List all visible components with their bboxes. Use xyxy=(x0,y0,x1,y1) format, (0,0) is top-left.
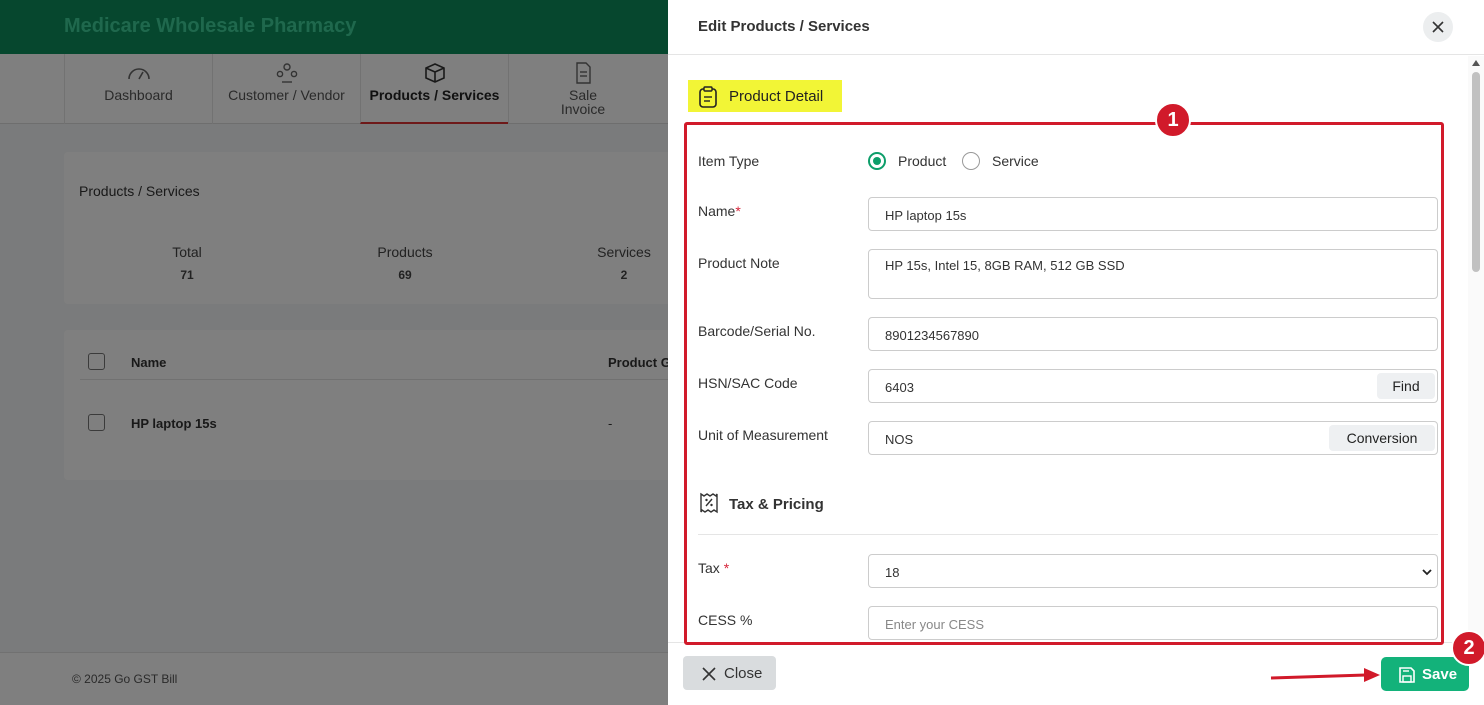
barcode-label: Barcode/Serial No. xyxy=(698,323,816,339)
name-label-text: Name xyxy=(698,203,736,219)
barcode-input[interactable]: 8901234567890 xyxy=(868,317,1438,351)
annotation-badge-1: 1 xyxy=(1155,102,1191,138)
section-title: Product Detail xyxy=(729,88,824,105)
item-type-service-label[interactable]: Service xyxy=(992,153,1039,169)
tax-label: Tax * xyxy=(698,560,729,576)
name-label: Name* xyxy=(698,203,741,219)
drawer-body: Product Detail Item Type Product Service… xyxy=(668,56,1468,642)
chevron-down-icon xyxy=(1422,569,1432,576)
annotation-arrow-icon xyxy=(1270,668,1380,682)
uom-input[interactable]: NOS Conversion xyxy=(868,421,1438,455)
scrollbar-thumb[interactable] xyxy=(1472,72,1480,272)
conversion-button[interactable]: Conversion xyxy=(1329,425,1435,451)
hsn-value: 6403 xyxy=(885,380,914,395)
hsn-label: HSN/SAC Code xyxy=(698,375,798,391)
find-hsn-button[interactable]: Find xyxy=(1377,373,1435,399)
hsn-input[interactable]: 6403 Find xyxy=(868,369,1438,403)
save-button[interactable]: Save xyxy=(1381,657,1469,691)
close-icon xyxy=(1432,21,1444,33)
item-type-label: Item Type xyxy=(698,153,760,169)
tax-label-text: Tax xyxy=(698,560,724,576)
cess-label: CESS % xyxy=(698,612,753,628)
tax-select[interactable]: 18 xyxy=(868,554,1438,588)
annotation-badge-2: 2 xyxy=(1451,630,1484,666)
cess-input[interactable]: Enter your CESS xyxy=(868,606,1438,640)
drawer-header: Edit Products / Services xyxy=(668,0,1484,55)
close-drawer-button[interactable] xyxy=(1423,12,1453,42)
tax-pricing-title: Tax & Pricing xyxy=(729,496,824,513)
item-type-product-label[interactable]: Product xyxy=(898,153,946,169)
close-button[interactable]: Close xyxy=(683,656,776,690)
drawer-title: Edit Products / Services xyxy=(698,18,870,35)
save-icon xyxy=(1399,667,1415,683)
required-mark: * xyxy=(735,203,741,219)
drawer-scrollbar[interactable] xyxy=(1468,56,1484,642)
required-mark: * xyxy=(723,560,730,576)
uom-label: Unit of Measurement xyxy=(698,427,828,443)
save-label: Save xyxy=(1422,666,1458,683)
divider xyxy=(698,534,1438,535)
clipboard-icon xyxy=(699,86,717,108)
close-icon xyxy=(702,667,716,681)
cess-placeholder: Enter your CESS xyxy=(885,617,984,632)
item-type-product-radio[interactable] xyxy=(868,152,886,170)
uom-value: NOS xyxy=(885,432,914,447)
receipt-percent-icon xyxy=(700,492,718,514)
product-note-value: HP 15s, Intel 15, 8GB RAM, 512 GB SSD xyxy=(885,258,1125,273)
barcode-value: 8901234567890 xyxy=(885,328,979,343)
edit-product-drawer: Edit Products / Services Product Detail … xyxy=(668,0,1484,705)
product-detail-heading: Product Detail xyxy=(688,80,842,112)
product-note-label: Product Note xyxy=(698,255,780,271)
modal-backdrop[interactable] xyxy=(0,0,668,705)
scroll-up-arrow[interactable] xyxy=(1472,60,1480,66)
close-label: Close xyxy=(724,665,763,682)
name-value: HP laptop 15s xyxy=(885,208,967,223)
tax-value: 18 xyxy=(885,565,900,580)
name-input[interactable]: HP laptop 15s xyxy=(868,197,1438,231)
item-type-service-radio[interactable] xyxy=(962,152,980,170)
product-note-textarea[interactable]: HP 15s, Intel 15, 8GB RAM, 512 GB SSD xyxy=(868,249,1438,299)
